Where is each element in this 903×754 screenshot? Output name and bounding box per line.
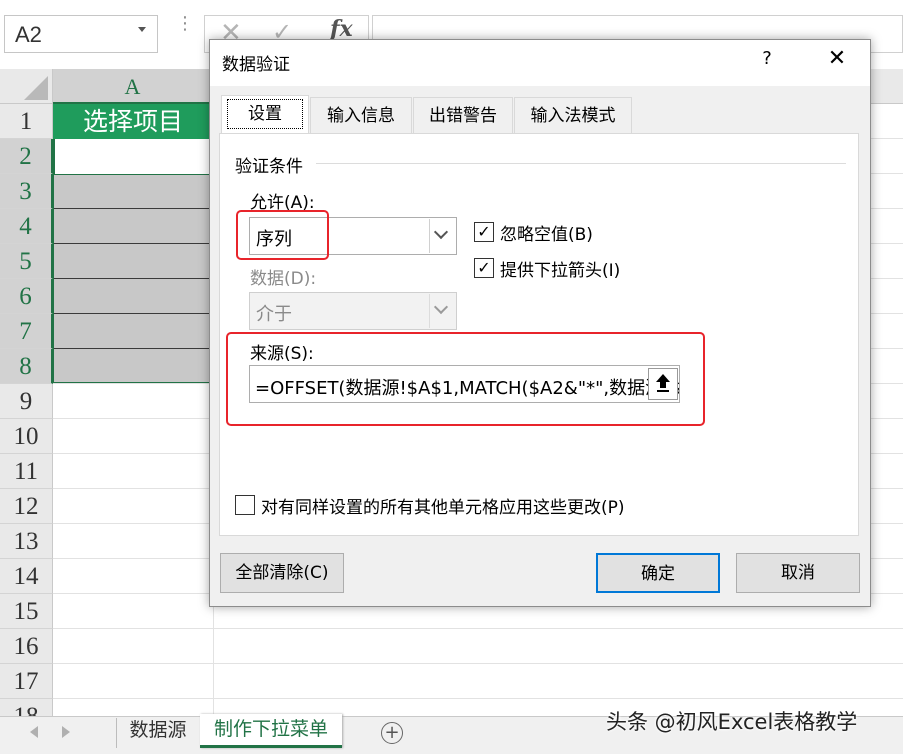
cancel-button[interactable]: 取消 <box>736 553 860 593</box>
in-cell-dropdown-label[interactable]: 提供下拉箭头(I) <box>500 256 660 281</box>
more-vertical-icon: ⋮ <box>176 15 194 42</box>
gridline <box>53 628 903 629</box>
range-row-border <box>54 243 212 244</box>
row-header[interactable]: 14 <box>0 559 53 594</box>
chevron-down-icon[interactable] <box>138 27 146 32</box>
range-row-border <box>54 348 212 349</box>
data-label: 数据(D): <box>250 269 317 289</box>
row-header[interactable]: 5 <box>0 244 53 279</box>
row-header[interactable]: 7 <box>0 314 53 349</box>
row-header[interactable]: 6 <box>0 279 53 314</box>
help-button[interactable]: ? <box>752 48 782 76</box>
cell-a2[interactable] <box>53 139 213 174</box>
row-header[interactable]: 4 <box>0 209 53 244</box>
apply-all-checkbox[interactable] <box>235 495 255 515</box>
row-header[interactable]: 1 <box>0 104 53 139</box>
row-header[interactable]: 10 <box>0 419 53 454</box>
tab-input-message[interactable]: 输入信息 <box>310 97 412 133</box>
watermark: 头条 @初风Excel表格教学 <box>606 710 858 734</box>
tab-error-alert[interactable]: 出错警告 <box>413 97 513 133</box>
sheet-tab-data-source[interactable]: 数据源 <box>116 716 200 752</box>
validation-criteria-label: 验证条件 <box>235 157 303 177</box>
range-row-border <box>54 278 212 279</box>
highlight-allow-annotation <box>236 210 329 260</box>
highlight-source-annotation <box>226 332 705 426</box>
range-row-border <box>54 208 212 209</box>
row-header[interactable]: 16 <box>0 629 53 664</box>
gridline <box>53 663 903 664</box>
scroll-right-icon[interactable] <box>62 726 70 738</box>
row-header[interactable]: 9 <box>0 384 53 419</box>
column-header-a[interactable]: A <box>53 69 213 104</box>
allow-label: 允许(A): <box>250 193 315 213</box>
cell-a1[interactable]: 选择项目 <box>53 104 213 139</box>
tab-settings-label: 设置 <box>227 99 303 129</box>
ok-button[interactable]: 确定 <box>596 553 720 593</box>
row-header[interactable]: 8 <box>0 349 53 384</box>
gridline <box>53 698 903 699</box>
tab-ime-mode[interactable]: 输入法模式 <box>514 97 632 133</box>
sheet-tab-dropdown-menu[interactable]: 制作下拉菜单 <box>200 714 342 748</box>
dialog-title: 数据验证 <box>222 55 290 75</box>
name-box[interactable]: A2 <box>4 15 158 53</box>
row-header[interactable]: 2 <box>0 139 53 174</box>
add-sheet-icon[interactable]: + <box>381 722 403 744</box>
row-header[interactable]: 13 <box>0 524 53 559</box>
select-all-triangle-icon <box>24 76 48 100</box>
apply-all-label[interactable]: 对有同样设置的所有其他单元格应用这些更改(P) <box>261 493 661 518</box>
data-select: 介于 <box>249 292 457 330</box>
row-header[interactable]: 12 <box>0 489 53 524</box>
row-header[interactable]: 15 <box>0 594 53 629</box>
in-cell-dropdown-checkbox[interactable]: ✓ <box>474 258 494 278</box>
row-header[interactable]: 17 <box>0 664 53 699</box>
ignore-blank-label[interactable]: 忽略空值(B) <box>500 220 640 245</box>
close-icon[interactable]: ✕ <box>822 46 852 76</box>
range-row-border <box>54 313 212 314</box>
group-divider <box>316 163 846 164</box>
clear-all-button[interactable]: 全部清除(C) <box>220 553 344 593</box>
ignore-blank-checkbox[interactable]: ✓ <box>474 222 494 242</box>
row-header[interactable]: 11 <box>0 454 53 489</box>
scroll-left-icon[interactable] <box>30 726 38 738</box>
row-header[interactable]: 3 <box>0 174 53 209</box>
